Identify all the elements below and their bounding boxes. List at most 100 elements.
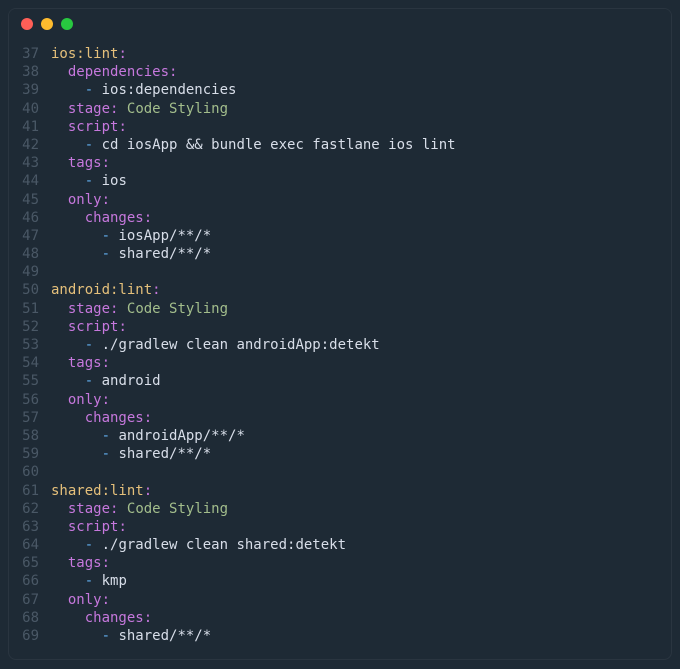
code-line: 41 script: — [9, 118, 671, 136]
line-number: 66 — [9, 572, 51, 590]
code-content: stage: Code Styling — [51, 100, 228, 118]
line-number: 61 — [9, 482, 51, 500]
code-content: - iosApp/**/* — [51, 227, 211, 245]
code-line: 49 — [9, 263, 671, 281]
code-content: changes: — [51, 609, 152, 627]
code-content: - ios — [51, 172, 127, 190]
code-line: 64 - ./gradlew clean shared:detekt — [9, 536, 671, 554]
code-line: 58 - androidApp/**/* — [9, 427, 671, 445]
code-content: stage: Code Styling — [51, 300, 228, 318]
code-line: 61shared:lint: — [9, 482, 671, 500]
code-content: tags: — [51, 354, 110, 372]
line-number: 37 — [9, 45, 51, 63]
line-number: 57 — [9, 409, 51, 427]
code-line: 62 stage: Code Styling — [9, 500, 671, 518]
code-line: 56 only: — [9, 391, 671, 409]
code-line: 65 tags: — [9, 554, 671, 572]
code-line: 46 changes: — [9, 209, 671, 227]
line-number: 50 — [9, 281, 51, 299]
line-number: 40 — [9, 100, 51, 118]
code-content: - androidApp/**/* — [51, 427, 245, 445]
code-content: shared:lint: — [51, 482, 152, 500]
code-content: script: — [51, 518, 127, 536]
code-content: - shared/**/* — [51, 445, 211, 463]
line-number: 55 — [9, 372, 51, 390]
code-content: tags: — [51, 154, 110, 172]
code-line: 54 tags: — [9, 354, 671, 372]
line-number: 48 — [9, 245, 51, 263]
line-number: 44 — [9, 172, 51, 190]
line-number: 46 — [9, 209, 51, 227]
code-line: 43 tags: — [9, 154, 671, 172]
line-number: 68 — [9, 609, 51, 627]
code-content: - ./gradlew clean shared:detekt — [51, 536, 346, 554]
code-line: 53 - ./gradlew clean androidApp:detekt — [9, 336, 671, 354]
code-line: 37ios:lint: — [9, 45, 671, 63]
code-line: 38 dependencies: — [9, 63, 671, 81]
line-number: 69 — [9, 627, 51, 645]
code-line: 68 changes: — [9, 609, 671, 627]
line-number: 63 — [9, 518, 51, 536]
code-line: 44 - ios — [9, 172, 671, 190]
code-line: 50android:lint: — [9, 281, 671, 299]
line-number: 59 — [9, 445, 51, 463]
code-content: - shared/**/* — [51, 627, 211, 645]
code-content: dependencies: — [51, 63, 177, 81]
line-number: 42 — [9, 136, 51, 154]
line-number: 47 — [9, 227, 51, 245]
line-number: 38 — [9, 63, 51, 81]
code-content: ios:lint: — [51, 45, 127, 63]
minimize-icon[interactable] — [41, 18, 53, 30]
close-icon[interactable] — [21, 18, 33, 30]
editor-window: 37ios:lint:38 dependencies:39 - ios:depe… — [8, 8, 672, 660]
code-content: - ios:dependencies — [51, 81, 236, 99]
code-content: - android — [51, 372, 161, 390]
code-content: - shared/**/* — [51, 245, 211, 263]
line-number: 62 — [9, 500, 51, 518]
line-number: 49 — [9, 263, 51, 281]
line-number: 53 — [9, 336, 51, 354]
code-content: changes: — [51, 209, 152, 227]
code-line: 47 - iosApp/**/* — [9, 227, 671, 245]
code-line: 52 script: — [9, 318, 671, 336]
line-number: 43 — [9, 154, 51, 172]
code-line: 51 stage: Code Styling — [9, 300, 671, 318]
code-editor[interactable]: 37ios:lint:38 dependencies:39 - ios:depe… — [9, 39, 671, 659]
zoom-icon[interactable] — [61, 18, 73, 30]
line-number: 51 — [9, 300, 51, 318]
code-content: android:lint: — [51, 281, 161, 299]
line-number: 54 — [9, 354, 51, 372]
code-line: 59 - shared/**/* — [9, 445, 671, 463]
code-line: 57 changes: — [9, 409, 671, 427]
line-number: 64 — [9, 536, 51, 554]
code-line: 60 — [9, 463, 671, 481]
code-line: 42 - cd iosApp && bundle exec fastlane i… — [9, 136, 671, 154]
titlebar — [9, 9, 671, 39]
code-line: 66 - kmp — [9, 572, 671, 590]
line-number: 56 — [9, 391, 51, 409]
code-line: 39 - ios:dependencies — [9, 81, 671, 99]
line-number: 39 — [9, 81, 51, 99]
code-content: - ./gradlew clean androidApp:detekt — [51, 336, 380, 354]
line-number: 45 — [9, 191, 51, 209]
code-line: 55 - android — [9, 372, 671, 390]
line-number: 67 — [9, 591, 51, 609]
code-content: - cd iosApp && bundle exec fastlane ios … — [51, 136, 456, 154]
code-content: tags: — [51, 554, 110, 572]
code-line: 69 - shared/**/* — [9, 627, 671, 645]
code-content: only: — [51, 591, 110, 609]
code-content: script: — [51, 118, 127, 136]
code-content: script: — [51, 318, 127, 336]
code-line: 45 only: — [9, 191, 671, 209]
code-content: changes: — [51, 409, 152, 427]
line-number: 52 — [9, 318, 51, 336]
line-number: 60 — [9, 463, 51, 481]
code-line: 63 script: — [9, 518, 671, 536]
code-content: only: — [51, 391, 110, 409]
line-number: 65 — [9, 554, 51, 572]
code-content: only: — [51, 191, 110, 209]
line-number: 58 — [9, 427, 51, 445]
line-number: 41 — [9, 118, 51, 136]
code-content: stage: Code Styling — [51, 500, 228, 518]
code-line: 48 - shared/**/* — [9, 245, 671, 263]
